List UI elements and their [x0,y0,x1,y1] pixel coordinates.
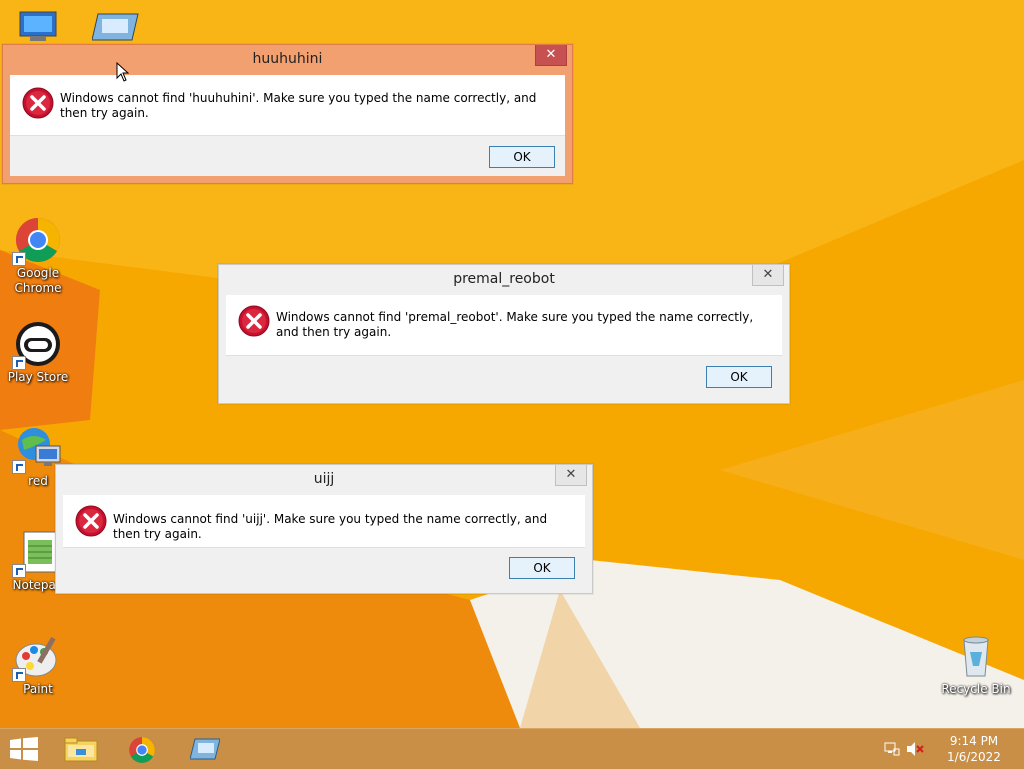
desktop-icon-label: Play Store [7,370,69,384]
start-icon [10,737,38,761]
desktop-icon-label: Paint [23,682,53,696]
ok-button[interactable]: OK [509,557,575,579]
taskbar-run[interactable] [176,729,236,769]
dialog-message: Windows cannot find 'huuhuhini'. Make su… [60,91,537,120]
desktop-icon-play-store[interactable]: Play Store [2,320,74,385]
clock[interactable]: 9:14 PM 1/6/2022 [944,733,1004,765]
start-button[interactable] [0,729,48,769]
computer-icon[interactable] [16,8,64,44]
play-store-icon [12,320,62,370]
taskbar-file-explorer[interactable] [52,729,112,769]
chrome-icon [12,216,62,266]
taskbar-chrome[interactable] [114,729,174,769]
system-tray: 9:14 PM 1/6/2022 [884,729,1024,769]
dialog-message-area: Windows cannot find 'huuhuhini'. Make su… [10,75,565,135]
dialog-title: uijj [313,471,335,487]
dialog-footer: OK [63,547,585,586]
mouse-cursor-icon [116,62,130,82]
ok-button[interactable]: OK [489,146,555,168]
dialog-title: huuhuhini [252,51,323,67]
error-icon [75,505,107,537]
dialog-message-area: Windows cannot find 'uijj'. Make sure yo… [63,495,585,547]
desktop-icon-label: Google Chrome [14,266,62,295]
error-icon [22,87,54,119]
desktop-icon-label: Recycle Bin [941,682,1011,696]
clock-date: 1/6/2022 [947,750,1001,764]
error-dialog-uijj: uijj ✕ Windows cannot find 'uijj'. Make … [55,464,593,594]
desktop-icon-chrome[interactable]: Google Chrome [2,216,74,296]
dialog-footer: OK [226,355,782,396]
close-button[interactable]: ✕ [752,265,784,286]
close-button[interactable]: ✕ [555,465,587,486]
dialog-footer: OK [10,135,565,176]
dialog-message: Windows cannot find 'uijj'. Make sure yo… [113,512,548,541]
error-icon [238,305,270,337]
file-explorer-icon [64,737,98,762]
network-icon[interactable] [884,741,900,757]
run-shortcut-icon[interactable] [91,10,140,44]
dialog-message: Windows cannot find 'premal_reobot'. Mak… [276,310,754,339]
taskbar: 9:14 PM 1/6/2022 [0,728,1024,769]
dialog-title: premal_reobot [453,271,555,287]
clock-time: 9:14 PM [949,734,999,748]
ok-button[interactable]: OK [706,366,772,388]
close-button[interactable]: ✕ [535,45,567,66]
run-icon [190,738,220,760]
dialog-message-area: Windows cannot find 'premal_reobot'. Mak… [226,295,782,355]
volume-muted-icon[interactable] [906,741,924,757]
paint-icon [12,632,62,682]
recycle-bin-icon [952,632,1000,680]
chrome-icon [129,737,155,763]
error-dialog-huuhuhini: huuhuhini ✕ Windows cannot find 'huuhuhi… [2,44,573,184]
desktop-icon-paint[interactable]: Paint [2,632,74,697]
error-dialog-premal-reobot: premal_reobot ✕ Windows cannot find 'pre… [218,264,790,404]
desktop-icon-recycle-bin[interactable]: Recycle Bin [938,632,1014,697]
